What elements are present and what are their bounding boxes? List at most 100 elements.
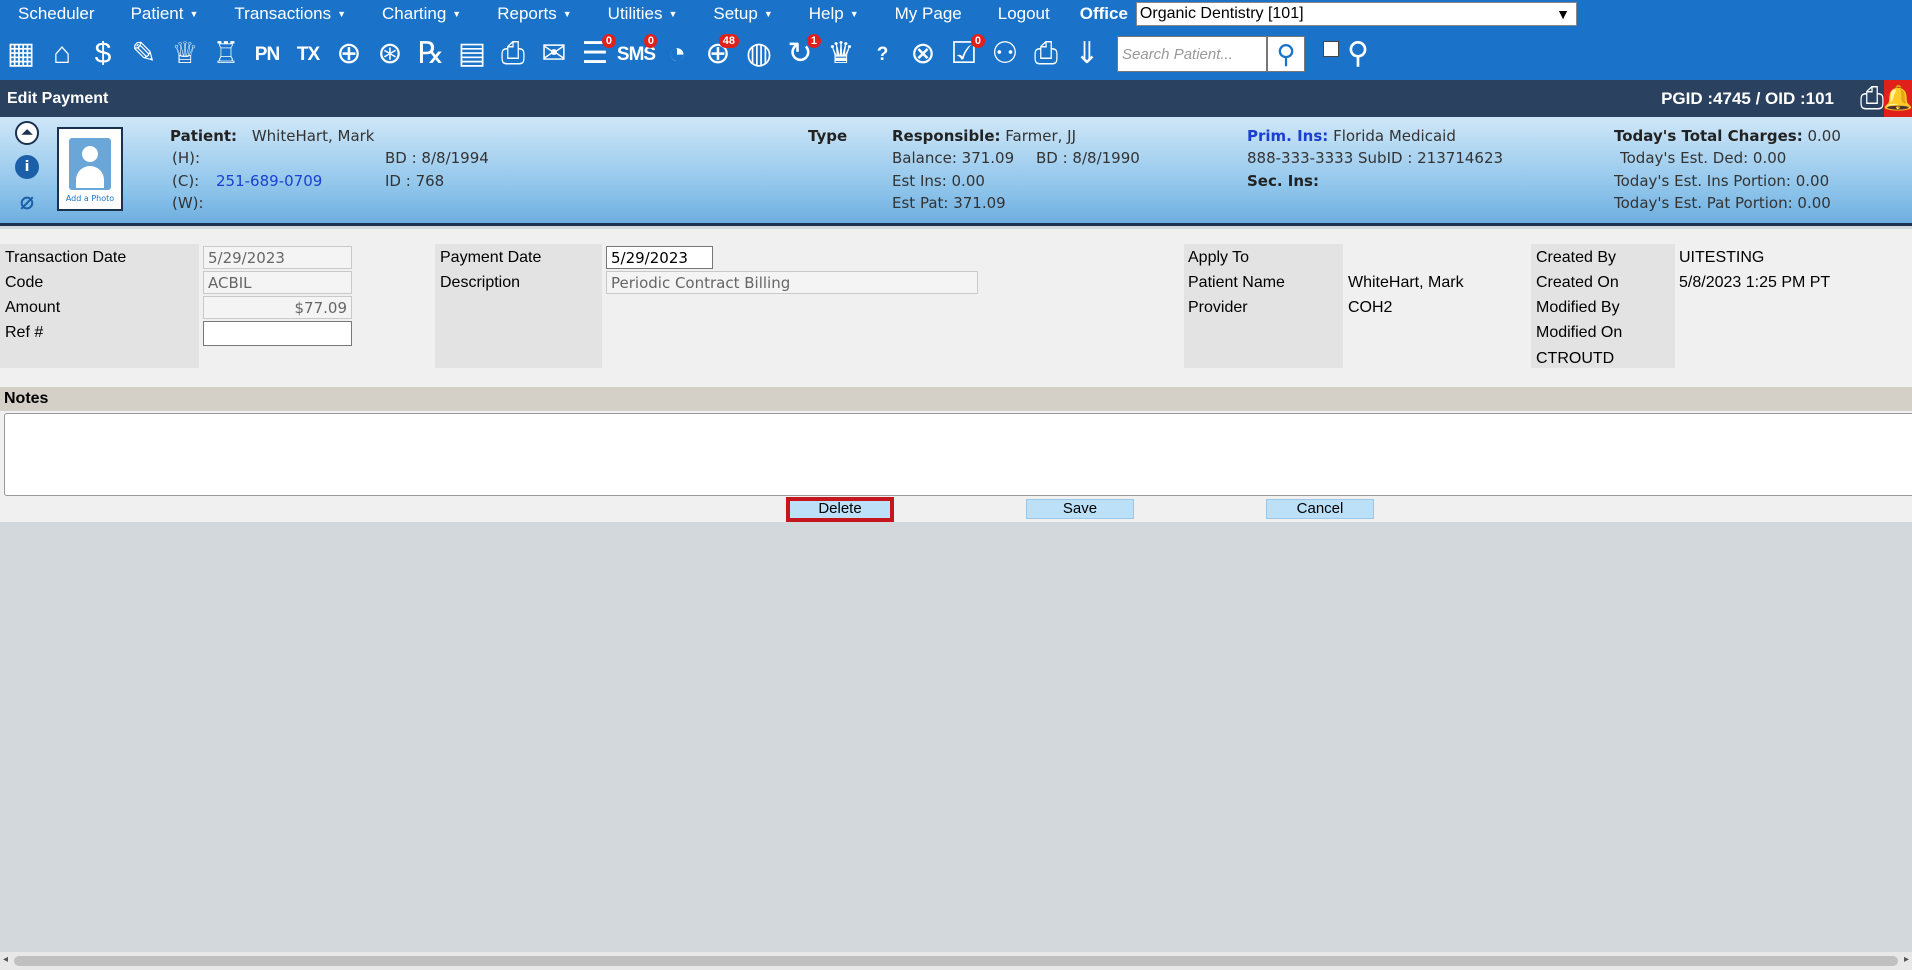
- prescription-icon[interactable]: ℞: [412, 34, 450, 74]
- apply-to-label: Apply To: [1188, 249, 1250, 266]
- tooth-help-icon[interactable]: ?: [863, 34, 901, 74]
- clock-icon[interactable]: ◔: [658, 34, 696, 74]
- scrollbar-thumb[interactable]: [14, 956, 1898, 966]
- scan-document-icon[interactable]: ⎙: [494, 34, 532, 74]
- caret-down-icon: ▼: [849, 9, 859, 19]
- tooth-chart-icon[interactable]: ♕: [166, 34, 204, 74]
- collapse-up-icon[interactable]: ⏶: [15, 121, 39, 145]
- menu-label: My Page: [894, 4, 962, 23]
- treatment-plan-glyph: TX: [296, 43, 320, 65]
- menu-charting[interactable]: Charting ▼: [364, 4, 479, 24]
- total-charges-label: Today's Total Charges:: [1614, 127, 1803, 145]
- code-label: Code: [5, 274, 44, 291]
- menu-reports[interactable]: Reports ▼: [479, 4, 589, 24]
- add-patient-glyph: ⊕: [336, 37, 362, 70]
- tooth-help-glyph: ?: [876, 43, 889, 65]
- patient-name-value: WhiteHart, Mark: [1348, 274, 1464, 291]
- payment-date-input[interactable]: 5/29/2023: [606, 246, 713, 269]
- menu-logout[interactable]: Logout: [980, 4, 1068, 24]
- recall-icon[interactable]: ↻ 1: [781, 34, 821, 74]
- messages-icon[interactable]: ☰ 0: [576, 34, 616, 74]
- home-icon[interactable]: ⌂: [43, 34, 81, 74]
- perio-chart-glyph: ♖: [212, 37, 240, 70]
- user-search-glyph: ⚲: [1276, 38, 1296, 69]
- web-booking-glyph: ◍: [745, 37, 773, 70]
- calendar-icon[interactable]: ▦: [2, 34, 40, 74]
- est-ins-portion-value: Today's Est. Ins Portion: 0.00: [1614, 172, 1830, 190]
- sms-icon[interactable]: SMS 0: [617, 34, 657, 74]
- user-search-icon[interactable]: ⚲: [1267, 36, 1305, 72]
- collapse-down-glyph: ⇓: [1074, 37, 1100, 70]
- delete-button[interactable]: Delete: [786, 497, 894, 522]
- notes-header: Notes: [0, 387, 1912, 411]
- notification-badge: 0: [643, 34, 657, 48]
- claims-icon[interactable]: ☑ 0: [945, 34, 985, 74]
- web-booking-icon[interactable]: ◍: [740, 34, 778, 74]
- caret-down-icon: ▼: [337, 9, 347, 19]
- menu-my-page[interactable]: My Page: [877, 4, 980, 24]
- patient-label: Patient:: [170, 127, 238, 145]
- scroll-right-icon[interactable]: ▸: [1904, 954, 1909, 965]
- perio-chart-icon[interactable]: ♖: [207, 34, 245, 74]
- office-select[interactable]: Organic Dentistry [101] ▼: [1135, 2, 1577, 26]
- cancel-button[interactable]: Cancel: [1266, 499, 1374, 519]
- menu-setup[interactable]: Setup ▼: [695, 4, 790, 24]
- scroll-left-icon[interactable]: ◂: [3, 954, 8, 965]
- document-icon[interactable]: ▤: [453, 34, 491, 74]
- print-icon[interactable]: ⎙: [1860, 82, 1884, 116]
- description-label: Description: [440, 274, 521, 291]
- office-select-value: Organic Dentistry [101]: [1139, 5, 1304, 22]
- icon-toolbar: ▦ ⌂ $ ✎ ♕ ♖ PN TX ⊕ ⊛ ℞ ▤ ⎙ ✉ ☰ 0 SMS 0 ◔ ⊕ 48 ◍ ↻ 1 ♛? ⊗ ☑ 0 ⚇ ⎙ ⇓ Se…: [0, 28, 1912, 80]
- ref-input[interactable]: [203, 321, 352, 346]
- modified-by-user: CTROUTD: [1536, 350, 1615, 367]
- clock-glyph: ◔: [667, 37, 687, 70]
- bell-icon[interactable]: 🔔: [1883, 80, 1912, 117]
- save-button[interactable]: Save: [1026, 499, 1134, 519]
- menu-help[interactable]: Help ▼: [791, 4, 877, 24]
- notification-badge: 48: [718, 34, 739, 48]
- created-on-label: Created On: [1536, 274, 1619, 291]
- attachment-icon[interactable]: ⌀: [15, 187, 39, 215]
- menu-label: Reports: [497, 4, 557, 23]
- search-patient-input[interactable]: Search Patient...: [1117, 36, 1267, 72]
- primary-insurance-name: Florida Medicaid: [1333, 127, 1456, 145]
- menu-label: Scheduler: [18, 4, 95, 23]
- add-photo-button[interactable]: Add a Photo: [57, 127, 123, 211]
- horizontal-scrollbar[interactable]: ◂ ▸: [0, 952, 1912, 970]
- menu-transactions[interactable]: Transactions ▼: [216, 4, 364, 24]
- progress-notes-icon[interactable]: PN: [248, 34, 286, 74]
- online-patients-icon[interactable]: ⊕ 48: [699, 34, 739, 74]
- edit-notes-icon[interactable]: ✎: [125, 34, 163, 74]
- treatment-plan-icon[interactable]: TX: [289, 34, 327, 74]
- tooth-icon[interactable]: ♛: [822, 34, 860, 74]
- mail-icon[interactable]: ✉: [535, 34, 573, 74]
- dollar-icon[interactable]: $: [84, 34, 122, 74]
- search-all-checkbox[interactable]: [1323, 41, 1339, 57]
- ref-label: Ref #: [5, 324, 44, 341]
- group-icon[interactable]: ⚇: [986, 34, 1024, 74]
- globe-pointer-icon[interactable]: ⊗: [904, 34, 942, 74]
- transaction-date-field: 5/29/2023: [203, 246, 352, 269]
- collapse-down-icon[interactable]: ⇓: [1068, 34, 1106, 74]
- notification-badge: 0: [970, 34, 985, 48]
- menu-label: Patient: [130, 4, 184, 23]
- code-field: ACBIL: [203, 271, 352, 294]
- scan-document-glyph: ⎙: [501, 37, 525, 70]
- chevron-down-icon: ▼: [1556, 6, 1570, 22]
- tooth-chart-glyph: ♕: [171, 37, 199, 70]
- menu-utilities[interactable]: Utilities ▼: [590, 4, 696, 24]
- menu-patient[interactable]: Patient ▼: [113, 4, 217, 24]
- group-search-icon[interactable]: ⚲: [1339, 34, 1377, 74]
- notes-textarea[interactable]: [4, 413, 1912, 496]
- type-label: Type: [808, 127, 848, 145]
- modified-by-label: Modified By: [1536, 299, 1620, 316]
- menu-scheduler[interactable]: Scheduler: [0, 4, 113, 24]
- created-by-label: Created By: [1536, 249, 1617, 266]
- add-family-icon[interactable]: ⊛: [371, 34, 409, 74]
- calendar-glyph: ▦: [6, 37, 36, 70]
- info-icon[interactable]: i: [15, 155, 39, 179]
- add-patient-icon[interactable]: ⊕: [330, 34, 368, 74]
- cell-phone-link[interactable]: 251-689-0709: [216, 172, 322, 190]
- printer-icon[interactable]: ⎙: [1027, 34, 1065, 74]
- group-glyph: ⚇: [991, 37, 1019, 70]
